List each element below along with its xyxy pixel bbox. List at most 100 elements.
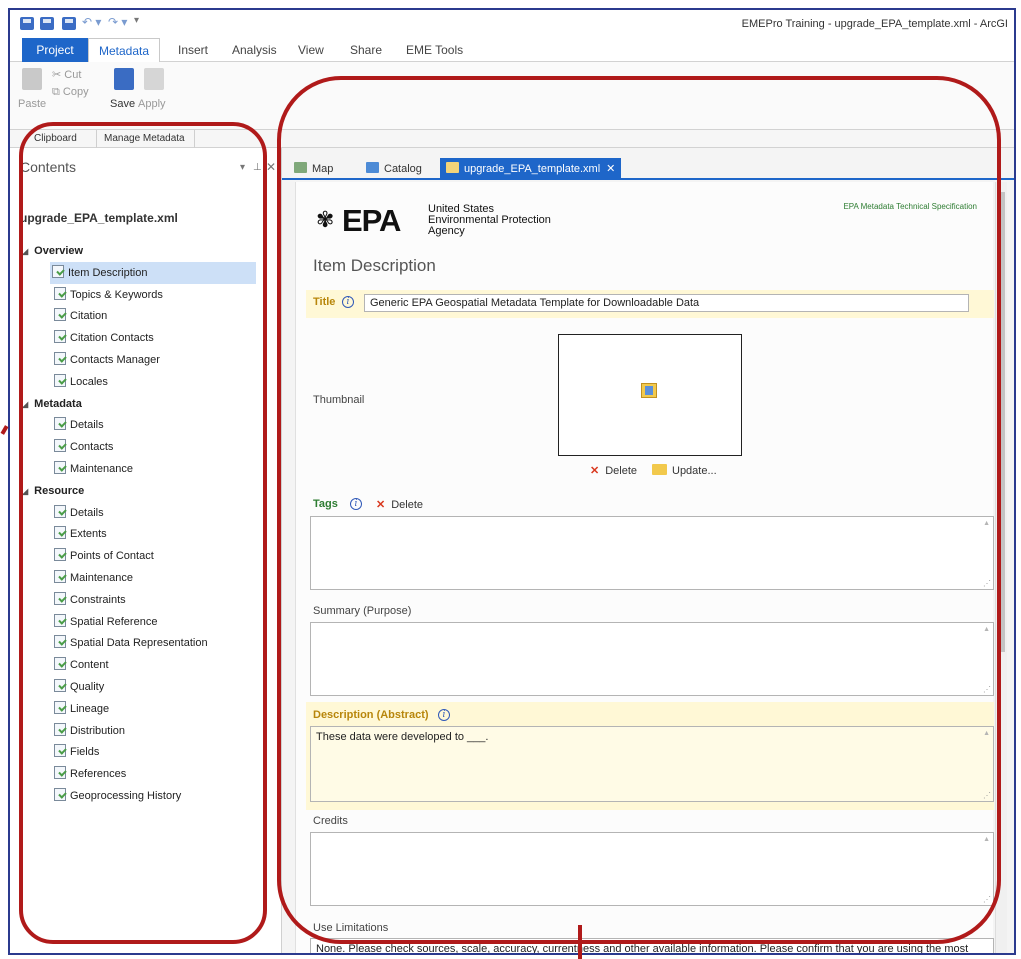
metadata-page-icon — [54, 352, 66, 365]
tree-item-maintenance[interactable]: Maintenance — [52, 567, 133, 589]
tab-project[interactable]: Project — [22, 38, 88, 62]
tree-item-distribution[interactable]: Distribution — [52, 720, 125, 742]
tags-delete-button[interactable]: ✕ Delete — [376, 498, 423, 511]
tree-item-constraints[interactable]: Constraints — [52, 589, 126, 611]
tab-metadata-document-label: upgrade_EPA_template.xml — [464, 163, 601, 175]
tab-eme-tools[interactable]: EME Tools — [396, 38, 473, 62]
thumbnail-image[interactable] — [558, 334, 742, 456]
tree-section-resource[interactable]: ◢ Resource — [22, 480, 84, 502]
title-input[interactable]: Generic EPA Geospatial Metadata Template… — [364, 294, 969, 312]
apply-button[interactable]: Apply — [138, 98, 166, 110]
tree-item-details[interactable]: Details — [52, 502, 104, 524]
paste-button[interactable]: Paste — [18, 98, 46, 110]
thumbnail-update-label: Update... — [672, 465, 717, 477]
tree-item-extents[interactable]: Extents — [52, 523, 107, 545]
tab-analysis[interactable]: Analysis — [222, 38, 287, 62]
scroll-up-icon[interactable]: ▲ — [983, 730, 990, 737]
resize-grip-icon[interactable]: ⋰ — [983, 685, 991, 694]
tree-section-metadata[interactable]: ◢ Metadata — [22, 393, 82, 415]
epa-logo: ✾ EPA United States Environmental Protec… — [316, 202, 576, 238]
save-project-icon[interactable] — [62, 17, 76, 30]
tree-item-citation-contacts[interactable]: Citation Contacts — [52, 327, 154, 349]
tags-textarea[interactable]: ▲ ⋰ — [310, 516, 994, 590]
save-icon — [114, 68, 134, 90]
thumbnail-delete-button[interactable]: ✕ Delete — [590, 464, 637, 477]
thumbnail-update-button[interactable]: Update... — [652, 464, 717, 477]
credits-textarea[interactable]: ▲ ⋰ — [310, 832, 994, 906]
info-icon[interactable]: i — [438, 709, 450, 721]
spec-link[interactable]: EPA Metadata Technical Specification — [843, 202, 977, 211]
use-limitations-textarea[interactable]: None. Please check sources, scale, accur… — [310, 938, 994, 953]
agency-line: Agency — [428, 225, 465, 237]
catalog-icon — [366, 162, 379, 173]
ribbon-tab-bar: Project Metadata Insert Analysis View Sh… — [10, 38, 1014, 63]
tree-item-item-description[interactable]: Item Description — [50, 261, 256, 284]
collapse-caret-icon[interactable]: ◢ — [22, 241, 28, 263]
copy-button[interactable]: ⧉ Copy — [52, 86, 89, 99]
tree-item-label: Distribution — [70, 724, 126, 737]
scroll-up-icon[interactable]: ▲ — [983, 520, 990, 527]
open-project-icon[interactable] — [40, 17, 54, 30]
tree-item-lineage[interactable]: Lineage — [52, 698, 109, 720]
pane-options-icon[interactable]: ▾ — [240, 162, 245, 173]
scroll-up-icon[interactable]: ▲ — [983, 836, 990, 843]
undo-icon[interactable]: ↶ ▾ — [82, 15, 101, 29]
tree-item-geoprocessing-history[interactable]: Geoprocessing History — [52, 785, 181, 807]
tab-view[interactable]: View — [288, 38, 334, 62]
info-icon[interactable]: i — [350, 498, 362, 510]
scroll-up-icon[interactable]: ▲ — [983, 626, 990, 633]
info-icon[interactable]: i — [342, 296, 354, 308]
resize-grip-icon[interactable]: ⋰ — [983, 579, 991, 588]
close-pane-icon[interactable]: ✕ — [266, 160, 276, 174]
tree-item-contacts-manager[interactable]: Contacts Manager — [52, 349, 160, 371]
collapse-caret-icon[interactable]: ◢ — [22, 481, 28, 503]
resize-grip-icon[interactable]: ⋰ — [983, 791, 991, 800]
tree-item-spatial-data-representation[interactable]: Spatial Data Representation — [52, 632, 208, 654]
cut-button[interactable]: ✂ Cut — [52, 68, 81, 81]
tree-item-citation[interactable]: Citation — [52, 305, 107, 327]
metadata-page-icon — [54, 308, 66, 322]
metadata-page-icon — [54, 330, 66, 344]
tree-item-contacts[interactable]: Contacts — [52, 436, 113, 458]
tab-share[interactable]: Share — [340, 38, 392, 62]
scrollbar-thumb[interactable] — [998, 192, 1005, 652]
tree-item-fields[interactable]: Fields — [52, 741, 99, 763]
cut-label: Cut — [64, 69, 82, 81]
ribbon-group-labels: Clipboard Manage Metadata — [10, 130, 1014, 148]
tree-item-topics-keywords[interactable]: Topics & Keywords — [52, 284, 163, 306]
tab-map-label: Map — [312, 163, 334, 175]
tree-item-locales[interactable]: Locales — [52, 371, 108, 393]
close-tab-icon[interactable]: ✕ — [606, 163, 615, 175]
metadata-file-icon — [446, 162, 459, 173]
tree-item-maintenance[interactable]: Maintenance — [52, 458, 133, 480]
tab-insert[interactable]: Insert — [168, 38, 218, 62]
resize-grip-icon[interactable]: ⋰ — [983, 895, 991, 904]
epa-logo-word: EPA — [342, 203, 401, 238]
manage-metadata-group-label: Manage Metadata — [104, 133, 185, 144]
tree-section-overview[interactable]: ◢ Overview — [22, 240, 83, 262]
tab-map[interactable]: Map — [288, 158, 339, 180]
title-label: Title — [313, 296, 336, 308]
new-project-icon[interactable] — [20, 17, 34, 30]
editor-scrollbar[interactable] — [995, 182, 1007, 953]
tags-label: Tags — [313, 498, 338, 510]
redo-icon[interactable]: ↷ ▾ — [108, 15, 127, 29]
tab-metadata[interactable]: Metadata — [88, 38, 161, 63]
save-button[interactable]: Save — [110, 98, 135, 110]
tab-metadata-document[interactable]: upgrade_EPA_template.xml ✕ — [440, 158, 622, 180]
tab-catalog[interactable]: Catalog — [360, 158, 428, 180]
tree-item-quality[interactable]: Quality — [52, 676, 104, 698]
tree-item-content[interactable]: Content — [52, 654, 109, 676]
tree-item-points-of-contact[interactable]: Points of Contact — [52, 545, 154, 567]
summary-textarea[interactable]: ▲ ⋰ — [310, 622, 994, 696]
tree-item-details[interactable]: Details — [52, 414, 104, 436]
tags-delete-label: Delete — [391, 499, 424, 511]
description-textarea[interactable]: These data were developed to ___. ▲ ⋰ — [310, 726, 994, 802]
tree-item-spatial-reference[interactable]: Spatial Reference — [52, 611, 157, 633]
apply-icon — [144, 68, 164, 90]
collapse-caret-icon[interactable]: ◢ — [22, 394, 28, 416]
tree-item-label: Topics & Keywords — [70, 288, 163, 301]
pin-icon[interactable]: ⊥ — [253, 162, 262, 173]
customize-toolbar-icon[interactable]: ▾ — [134, 15, 139, 26]
tree-item-references[interactable]: References — [52, 763, 126, 785]
